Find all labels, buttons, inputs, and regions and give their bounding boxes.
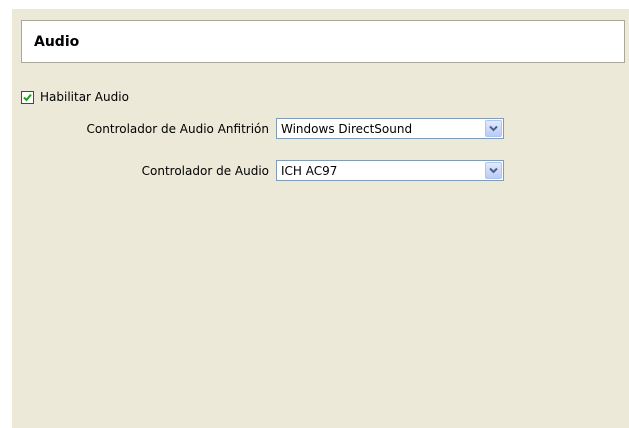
enable-audio-label: Habilitar Audio [40,90,129,104]
host-driver-label: Controlador de Audio Anfitrión [86,122,269,136]
audio-controller-row: Controlador de Audio ICH AC97 [12,160,629,183]
audio-controller-value: ICH AC97 [281,164,338,178]
chevron-down-icon [489,125,498,132]
audio-settings-panel: Audio Habilitar Audio Controlador de Aud… [12,9,629,428]
checkmark-icon [23,93,32,101]
chevron-down-icon [489,167,498,174]
host-driver-dropdown-button[interactable] [485,120,502,137]
host-driver-row: Controlador de Audio Anfitrión Windows D… [12,118,629,141]
host-driver-value: Windows DirectSound [281,122,413,136]
audio-controller-dropdown-button[interactable] [485,162,502,179]
audio-controller-select[interactable]: ICH AC97 [276,160,504,181]
section-header: Audio [21,20,625,63]
audio-controller-label: Controlador de Audio [141,164,269,178]
enable-audio-row[interactable]: Habilitar Audio [21,89,129,105]
section-title: Audio [34,34,80,50]
enable-audio-checkbox[interactable] [21,90,34,104]
host-driver-select[interactable]: Windows DirectSound [276,118,504,139]
